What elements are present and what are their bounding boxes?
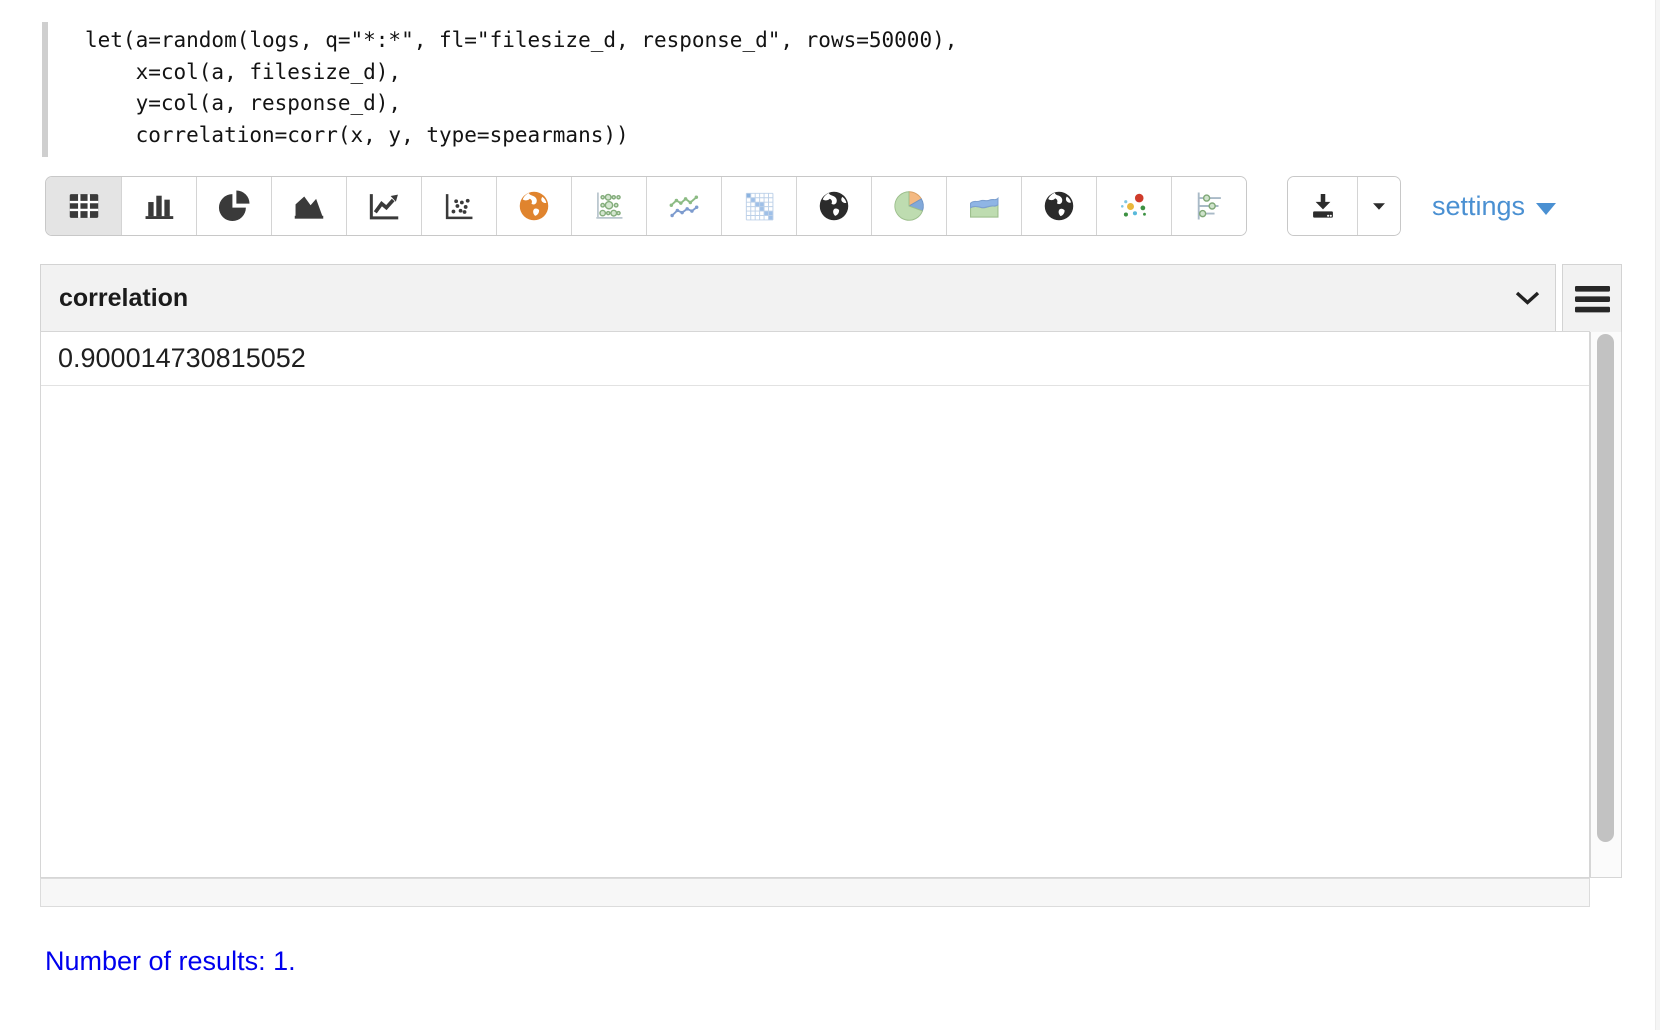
table-view-button[interactable]: [46, 177, 121, 235]
pie-color-icon: [890, 187, 928, 225]
globe-dark-button[interactable]: [796, 177, 871, 235]
globe-orange-icon: [515, 187, 553, 225]
page-edge: [1655, 0, 1660, 1030]
table-icon: [65, 187, 103, 225]
visualization-toolbar: settings: [45, 176, 1556, 236]
settings-label: settings: [1432, 191, 1525, 222]
line-chart-button[interactable]: [346, 177, 421, 235]
download-options-button[interactable]: [1357, 177, 1400, 235]
chart-type-button-group: [45, 176, 1247, 236]
column-header-label: correlation: [59, 284, 1512, 313]
caret-down-icon: [1366, 193, 1392, 219]
multi-line-chart-button[interactable]: [646, 177, 721, 235]
heatmap-button[interactable]: [721, 177, 796, 235]
globe-dark-button-2[interactable]: [1021, 177, 1096, 235]
pie-chart-icon: [215, 187, 253, 225]
grid-body: 0.900014730815052: [40, 331, 1590, 878]
pie-chart-button[interactable]: [196, 177, 271, 235]
sliders-icon: [1190, 187, 1228, 225]
area-chart-button[interactable]: [271, 177, 346, 235]
scatter-chart-icon: [440, 187, 478, 225]
globe-dark-icon: [815, 187, 853, 225]
scatter-color-icon: [1115, 187, 1153, 225]
bar-chart-button[interactable]: [121, 177, 196, 235]
settings-caret-icon: [1536, 203, 1556, 215]
code-editor[interactable]: let(a=random(logs, q="*:*", fl="filesize…: [42, 22, 957, 157]
bar-chart-icon: [140, 187, 178, 225]
settings-link[interactable]: settings: [1432, 176, 1556, 236]
area-chart-icon: [290, 187, 328, 225]
download-icon: [1306, 189, 1340, 223]
hamburger-icon: [1574, 284, 1611, 315]
result-grid: correlation 0.900014730815052: [40, 264, 1622, 909]
pie-color-button[interactable]: [871, 177, 946, 235]
scatter-chart-button[interactable]: [421, 177, 496, 235]
column-menu-button[interactable]: [1512, 287, 1543, 309]
code-line: let(a=random(logs, q="*:*", fl="filesize…: [85, 25, 957, 57]
scatter-color-button[interactable]: [1096, 177, 1171, 235]
multi-series-line-icon: [665, 187, 703, 225]
download-button-group: [1287, 176, 1401, 236]
column-header-correlation[interactable]: correlation: [40, 264, 1556, 332]
code-line: correlation=corr(x, y, type=spearmans)): [85, 120, 957, 152]
line-chart-icon: [365, 187, 403, 225]
vertical-scrollbar: [1590, 332, 1622, 878]
area-color-button[interactable]: [946, 177, 1021, 235]
code-line: y=col(a, response_d),: [85, 88, 957, 120]
download-button[interactable]: [1288, 177, 1357, 235]
correlation-cell: 0.900014730815052: [58, 343, 306, 374]
chevron-down-icon: [1514, 289, 1541, 307]
scrollbar-thumb[interactable]: [1597, 334, 1614, 842]
sliders-button[interactable]: [1171, 177, 1246, 235]
horizontal-scrollbar-area: [40, 878, 1590, 907]
bubble-grid-button[interactable]: [571, 177, 646, 235]
globe-dark-icon: [1040, 187, 1078, 225]
area-color-icon: [965, 187, 1003, 225]
table-row[interactable]: 0.900014730815052: [41, 332, 1589, 386]
bubble-grid-icon: [590, 187, 628, 225]
results-count: Number of results: 1.: [45, 946, 296, 977]
globe-map-button[interactable]: [496, 177, 571, 235]
code-line: x=col(a, filesize_d),: [85, 57, 957, 89]
grid-menu-button[interactable]: [1562, 264, 1622, 334]
heatmap-matrix-icon: [740, 187, 778, 225]
